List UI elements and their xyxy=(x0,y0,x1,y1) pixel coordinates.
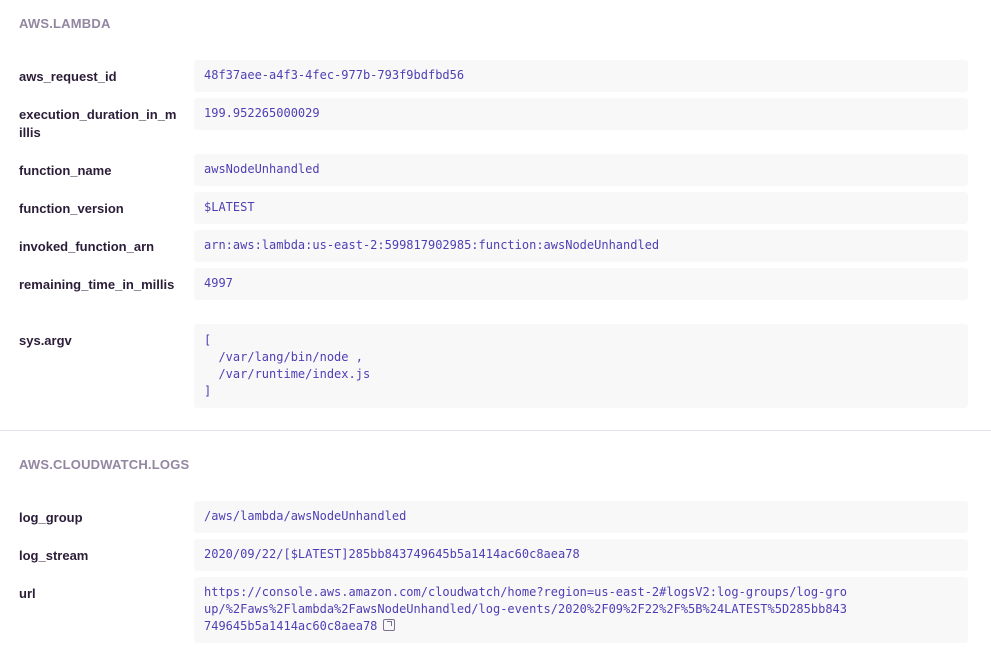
context-value: $LATEST xyxy=(194,192,968,224)
context-key: function_version xyxy=(19,201,124,216)
context-value: 2020/09/22/[$LATEST]285bb843749645b5a141… xyxy=(194,539,968,571)
context-key: remaining_time_in_millis xyxy=(19,277,175,292)
context-value: 48f37aee-a4f3-4fec-977b-793f9bdfbd56 xyxy=(194,60,968,92)
context-value: [ /var/lang/bin/node , /var/runtime/inde… xyxy=(194,324,968,408)
context-key: function_name xyxy=(19,163,112,178)
context-key: execution_duration_in_millis xyxy=(19,107,177,140)
context-key: invoked_function_arn xyxy=(19,239,155,254)
context-key: sys.argv xyxy=(19,333,72,348)
context-key: aws_request_id xyxy=(19,69,117,84)
context-value: awsNodeUnhandled xyxy=(194,154,968,186)
external-link-icon[interactable] xyxy=(383,619,396,631)
context-key: log_group xyxy=(19,510,83,525)
context-value: arn:aws:lambda:us-east-2:599817902985:fu… xyxy=(194,230,968,262)
context-value-url: https://console.aws.amazon.com/cloudwatc… xyxy=(194,577,968,643)
context-value: 199.952265000029 xyxy=(194,98,968,130)
context-value: /aws/lambda/awsNodeUnhandled xyxy=(194,501,968,533)
context-value: 4997 xyxy=(194,268,968,300)
section-divider xyxy=(0,430,991,431)
context-key: url xyxy=(19,586,36,601)
cloudwatch-section-title: AWS.CLOUDWATCH.LOGS xyxy=(19,457,190,472)
url-text: https://console.aws.amazon.com/cloudwatc… xyxy=(204,585,847,633)
lambda-section-title: AWS.LAMBDA xyxy=(19,16,111,31)
context-key: log_stream xyxy=(19,548,89,563)
